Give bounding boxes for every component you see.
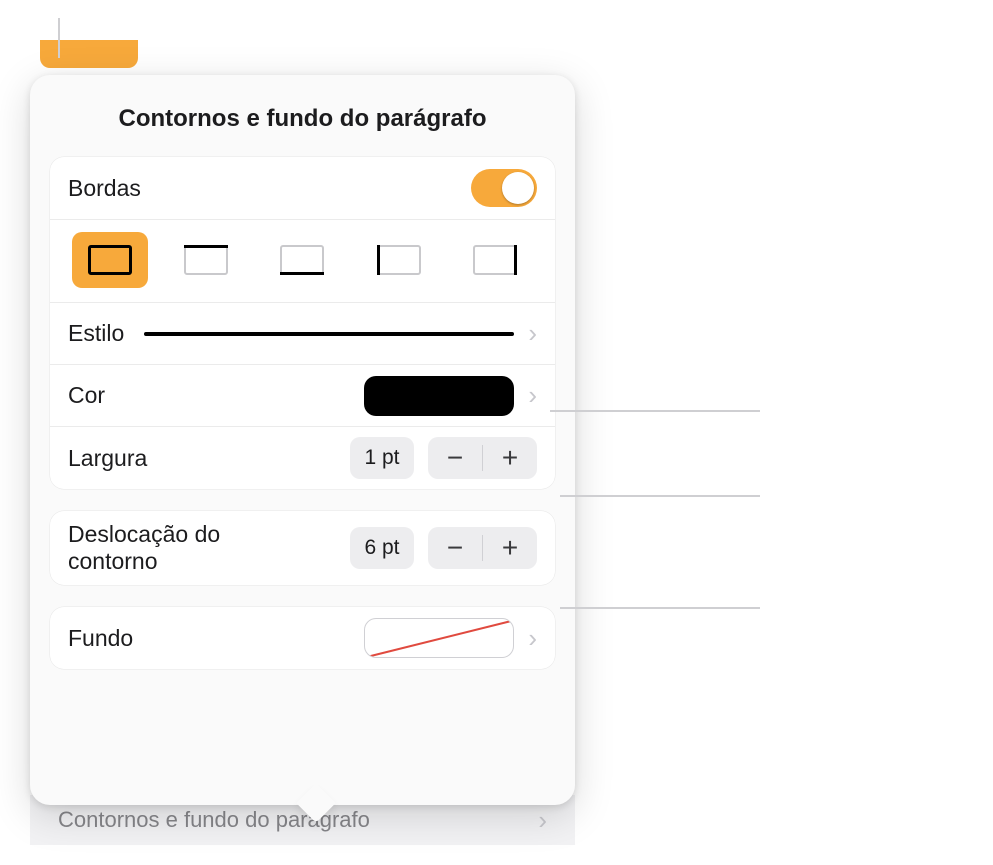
borders-background-popover: Contornos e fundo do parágrafo Bordas (30, 75, 575, 805)
border-offset-stepper: − + (428, 527, 537, 569)
border-pos-right[interactable] (457, 232, 533, 288)
border-color-row[interactable]: Cor › (50, 364, 555, 426)
callout-leader-line (560, 495, 760, 497)
offset-decrement-button[interactable]: − (428, 527, 482, 569)
popover-title: Contornos e fundo do parágrafo (30, 75, 575, 157)
border-position-segmented (50, 219, 555, 302)
border-pos-left[interactable] (361, 232, 437, 288)
width-decrement-button[interactable]: − (428, 437, 482, 479)
border-pos-all[interactable] (72, 232, 148, 288)
width-increment-button[interactable]: + (483, 437, 537, 479)
border-width-label: Largura (68, 445, 147, 472)
offset-increment-button[interactable]: + (483, 527, 537, 569)
minus-icon: − (447, 442, 463, 474)
border-pos-top[interactable] (168, 232, 244, 288)
border-width-value: 1 pt (350, 437, 414, 479)
plus-icon: + (502, 532, 518, 564)
background-fill-label: Fundo (68, 625, 133, 652)
border-offset-label: Deslocação do contorno (68, 521, 220, 575)
border-color-label: Cor (68, 382, 105, 409)
borders-toggle[interactable] (471, 169, 537, 207)
border-color-swatch[interactable] (364, 376, 514, 416)
border-style-preview-line (144, 332, 514, 336)
borders-label: Bordas (68, 175, 141, 202)
chevron-right-icon: › (538, 805, 547, 836)
callout-leader-line (560, 607, 760, 609)
border-style-row[interactable]: Estilo › (50, 302, 555, 364)
selected-text-highlight-fragment (40, 40, 138, 68)
chevron-right-icon: › (528, 623, 537, 654)
chevron-right-icon: › (528, 318, 537, 349)
border-width-row: Largura 1 pt − + (50, 426, 555, 489)
background-fill-swatch-none[interactable] (364, 618, 514, 658)
border-offset-group: Deslocação do contorno 6 pt − + (50, 511, 555, 585)
border-pos-bottom[interactable] (264, 232, 340, 288)
borders-group: Bordas (50, 157, 555, 489)
background-fill-group: Fundo › (50, 607, 555, 669)
border-offset-value: 6 pt (350, 527, 414, 569)
plus-icon: + (502, 442, 518, 474)
minus-icon: − (447, 532, 463, 564)
chevron-right-icon: › (528, 380, 537, 411)
border-style-label: Estilo (68, 320, 124, 347)
callout-leader-line (58, 18, 60, 58)
border-offset-row: Deslocação do contorno 6 pt − + (50, 511, 555, 585)
callout-leader-line (550, 410, 760, 412)
border-width-stepper: − + (428, 437, 537, 479)
background-fill-row[interactable]: Fundo › (50, 607, 555, 669)
toggle-knob (502, 172, 534, 204)
borders-toggle-row: Bordas (50, 157, 555, 219)
